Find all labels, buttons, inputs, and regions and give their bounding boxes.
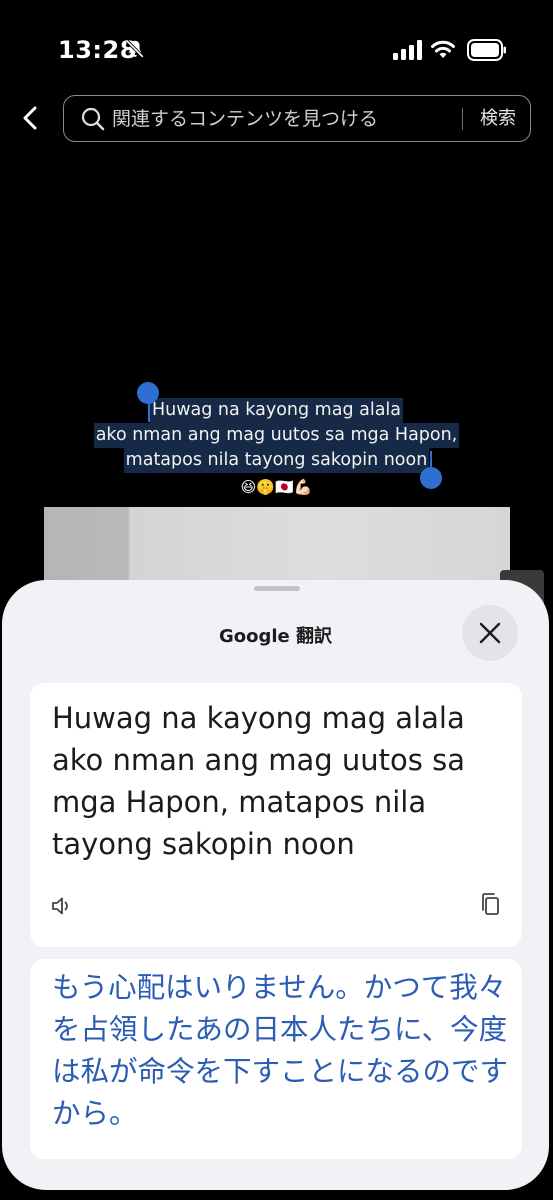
back-button[interactable] [14, 100, 46, 136]
translated-text: もう心配はいりません。かつて我々を占領したあの日本人たちに、今度は私が命令を下す… [52, 971, 509, 1130]
caption-emojis: 😆🤫🇯🇵💪🏻 [240, 478, 313, 496]
search-icon [81, 107, 105, 131]
video-caption[interactable]: Huwag na kayong mag alala ako nman ang m… [80, 398, 473, 500]
source-text-card: Huwag na kayong mag alala ako nman ang m… [30, 683, 522, 947]
search-submit-button[interactable]: 検索 [469, 104, 527, 134]
wifi-icon [431, 40, 455, 58]
search-input[interactable] [112, 102, 442, 135]
close-icon [479, 622, 501, 644]
copy-icon [482, 893, 499, 915]
selection-handle-end[interactable] [420, 467, 442, 489]
search-bar[interactable]: 検索 [63, 95, 531, 142]
translation-card: もう心配はいりません。かつて我々を占領したあの日本人たちに、今度は私が命令を下す… [30, 959, 522, 1159]
copy-button[interactable] [478, 891, 504, 919]
selection-handle-start[interactable] [137, 382, 159, 404]
caption-line: Huwag na kayong mag alala [149, 398, 404, 423]
bell-muted-icon [126, 40, 144, 58]
sheet-grabber[interactable] [254, 586, 300, 591]
source-text: Huwag na kayong mag alala ako nman ang m… [52, 701, 465, 861]
translate-sheet: Google 翻訳 Huwag na kayong mag alala ako … [2, 580, 549, 1190]
search-divider [462, 108, 463, 130]
caption-line: matapos nila tayong sakopin noon [123, 448, 430, 473]
close-button[interactable] [462, 605, 518, 661]
chevron-left-icon [23, 106, 37, 130]
speaker-button[interactable] [50, 893, 76, 919]
video-frame [44, 507, 510, 587]
caption-line: ako nman ang mag uutos sa mga Hapon, [93, 423, 460, 448]
speaker-icon [52, 897, 68, 915]
battery-icon [467, 39, 506, 61]
cellular-signal-icon [393, 40, 422, 60]
status-bar: 13:28 [0, 0, 553, 100]
